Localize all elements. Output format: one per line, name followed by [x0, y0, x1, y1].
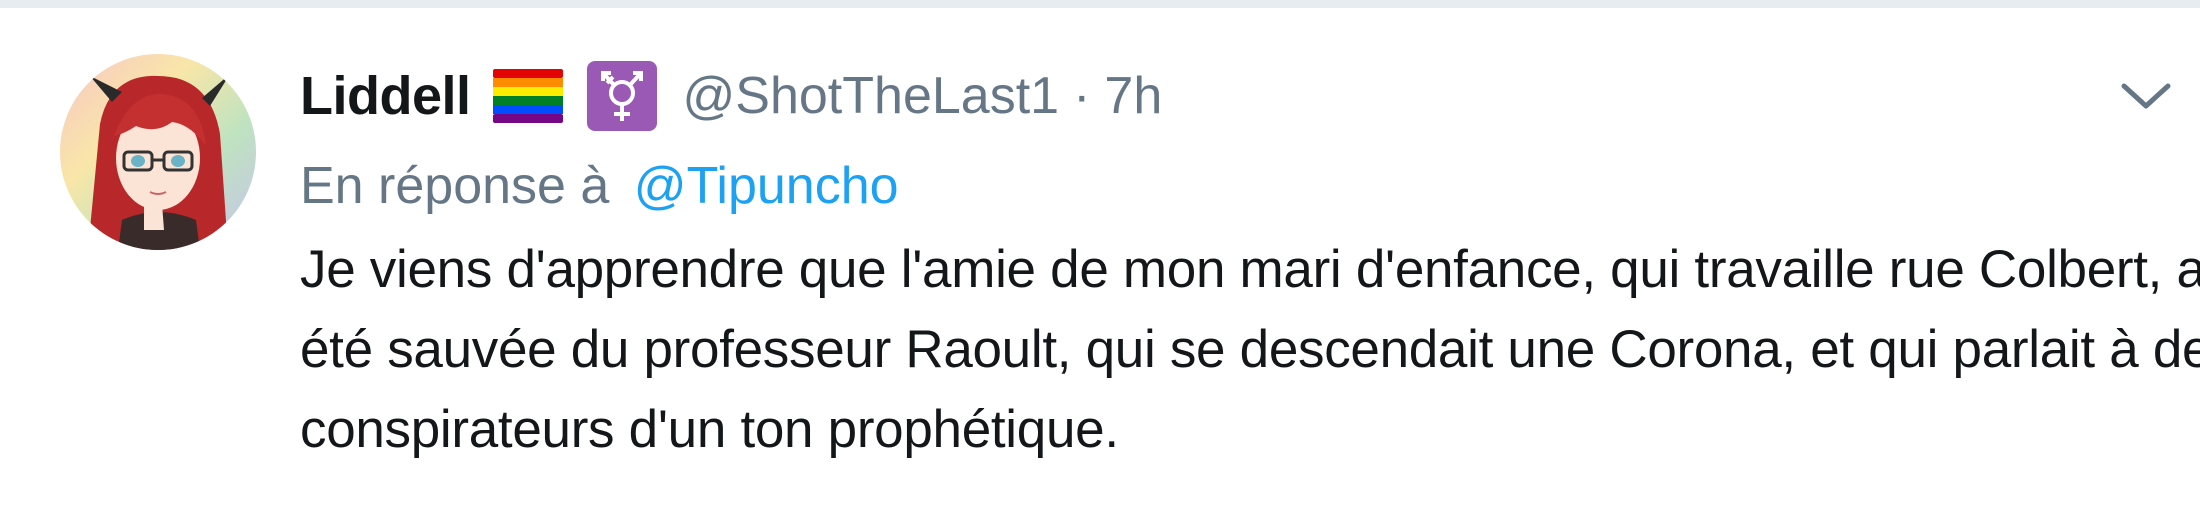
top-divider: [0, 0, 2200, 8]
chevron-down-icon[interactable]: [2116, 74, 2176, 118]
tweet-text: Je viens d'apprendre que l'amie de mon m…: [300, 240, 2200, 459]
display-name[interactable]: Liddell: [300, 65, 471, 127]
tweet-content: Liddell @ShotTheLast1 · 7h En réponse à …: [300, 46, 2200, 470]
tweet-card[interactable]: Liddell @ShotTheLast1 · 7h En réponse à …: [0, 8, 2200, 508]
transgender-symbol-icon: [586, 61, 657, 131]
tweet-header: Liddell @ShotTheLast1 · 7h: [300, 46, 2120, 146]
separator-dot: ·: [1073, 67, 1091, 125]
rainbow-flag-icon: [492, 69, 563, 123]
reply-prefix: En réponse à: [300, 157, 610, 215]
reply-context: En réponse à @Tipuncho: [300, 146, 2120, 226]
user-handle[interactable]: @ShotTheLast1: [683, 66, 1060, 126]
avatar[interactable]: [60, 54, 256, 250]
timestamp[interactable]: 7h: [1104, 66, 1162, 126]
reply-to-link[interactable]: @Tipuncho: [634, 157, 899, 215]
